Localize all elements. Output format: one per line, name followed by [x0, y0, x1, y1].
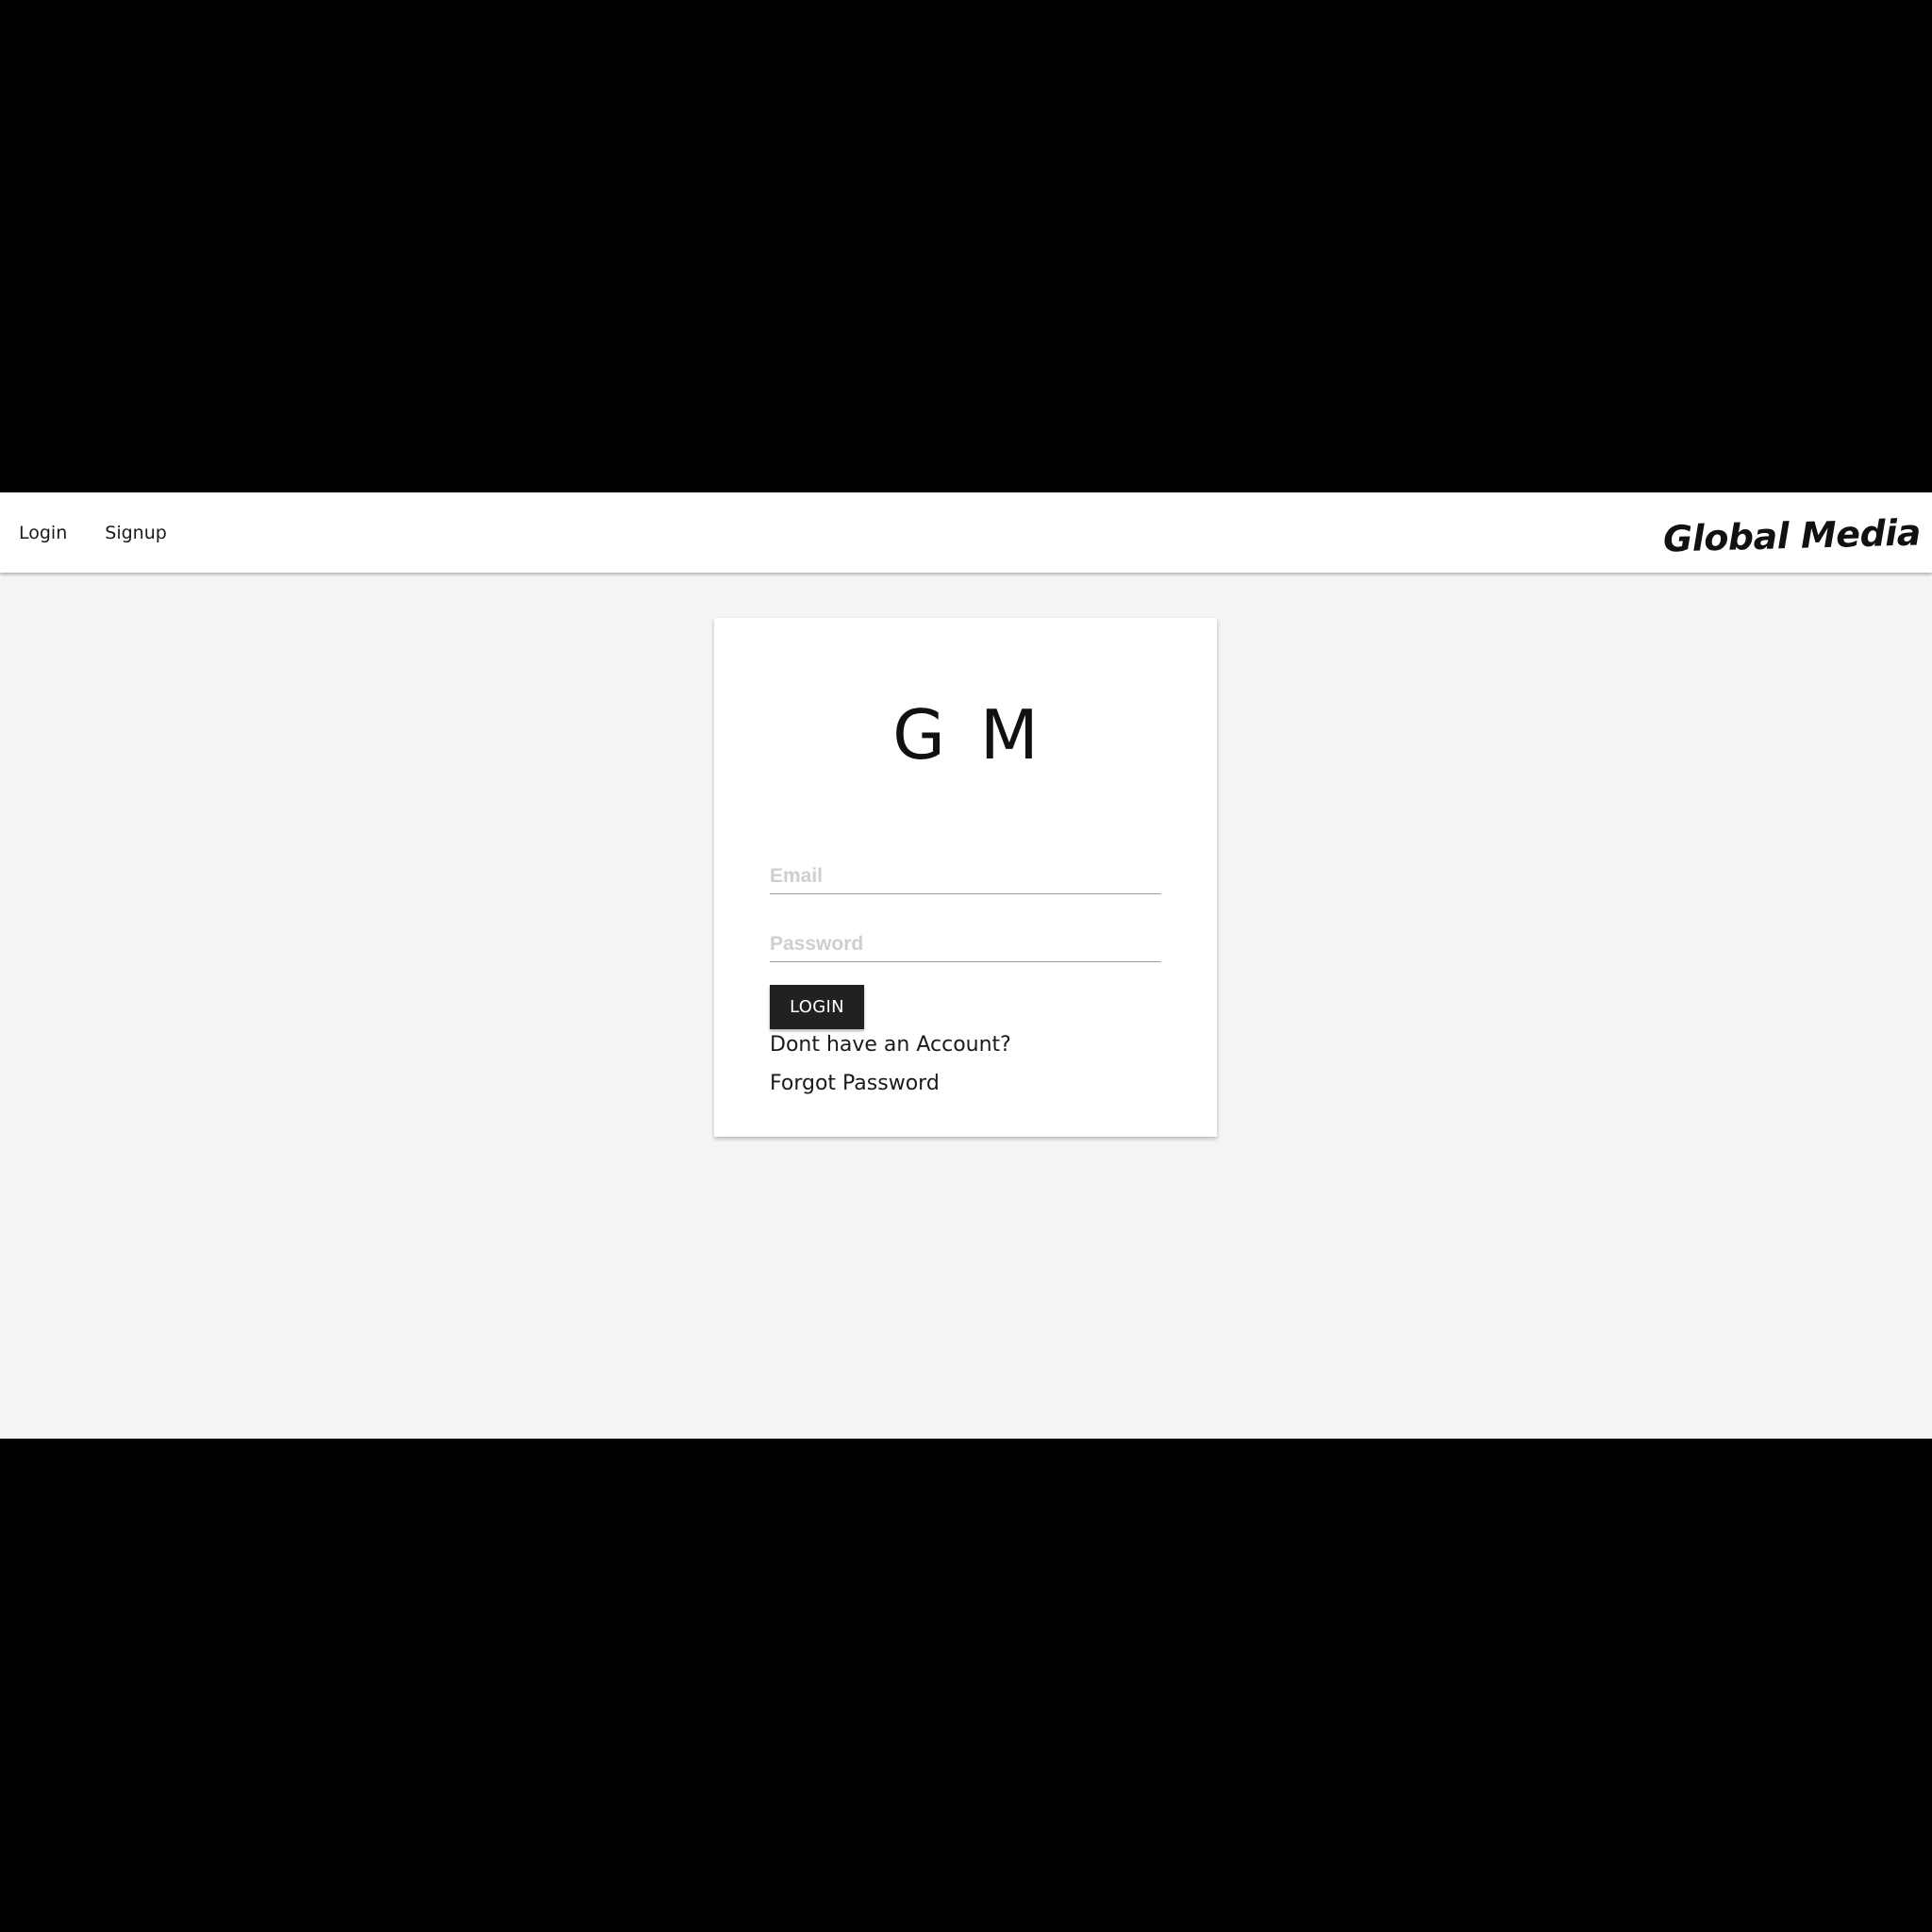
nav-signup-link[interactable]: Signup	[86, 523, 186, 543]
forgot-password-link[interactable]: Forgot Password	[770, 1072, 940, 1095]
brand-logo-text: Global Media	[1662, 511, 1922, 560]
password-field-container	[770, 918, 1161, 962]
top-navbar: Login Signup Global Media	[0, 492, 1932, 573]
card-logo: G M	[892, 695, 1039, 774]
login-button[interactable]: LOGIN	[770, 985, 864, 1029]
brand-logo[interactable]: Global Media	[1662, 504, 1922, 568]
email-field-container	[770, 850, 1161, 894]
app-window: Login Signup Global Media G M LOGIN Dont…	[0, 492, 1932, 1439]
letterbox-bottom	[0, 1439, 1932, 1932]
nav-login-link[interactable]: Login	[0, 523, 86, 543]
email-input[interactable]	[770, 865, 1161, 888]
signup-link[interactable]: Dont have an Account?	[770, 1033, 1011, 1057]
nav-links: Login Signup	[0, 492, 186, 573]
letterbox-top	[0, 0, 1932, 492]
login-card: G M LOGIN Dont have an Account? Forgot P…	[714, 618, 1217, 1137]
password-input[interactable]	[770, 933, 1161, 956]
